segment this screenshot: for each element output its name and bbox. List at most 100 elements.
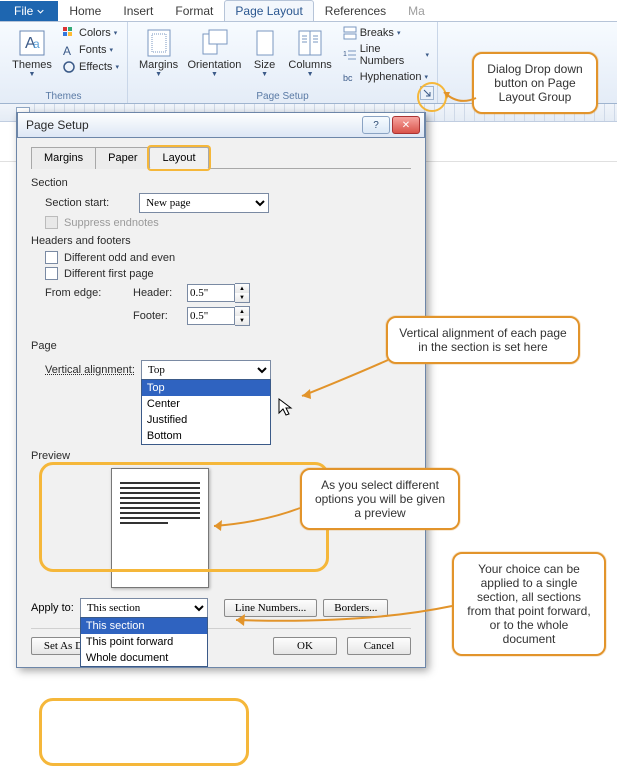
chevron-down-icon: ▾ [115,63,119,71]
dialog-titlebar[interactable]: Page Setup ? ✕ [17,112,425,138]
chevron-down-icon: ▼ [29,71,36,78]
dialog-title: Page Setup [22,118,360,132]
chevron-down-icon: ▾ [114,29,118,37]
tab-file[interactable]: File [0,1,58,21]
orientation-label: Orientation [188,59,242,71]
apply-to-option-this-point-forward[interactable]: This point forward [81,634,207,650]
header-spin-down[interactable]: ▼ [235,293,249,302]
suppress-endnotes-checkbox [45,216,58,229]
valign-option-top[interactable]: Top [142,380,270,396]
header-input[interactable] [187,284,235,302]
valign-select[interactable]: Top [141,360,271,380]
section-start-select[interactable]: New page [139,193,269,213]
line-numbers-icon: 1 [343,48,357,62]
borders-dialog-button[interactable]: Borders... [323,599,388,617]
fonts-icon: A [62,43,76,57]
margins-label: Margins [139,59,178,71]
breaks-icon [343,26,357,40]
tab-mailings-cut[interactable]: Ma [397,0,436,21]
dialog-tabs: Margins Paper Layout [31,146,411,169]
apply-to-label: Apply to: [31,602,74,614]
callout-valign: Vertical alignment of each page in the s… [386,316,580,364]
theme-colors-button[interactable]: Colors ▾ [60,25,121,41]
page-setup-dialog: Page Setup ? ✕ Margins Paper Layout Sect… [16,112,426,668]
callout-preview: As you select different options you will… [300,468,460,530]
theme-effects-label: Effects [79,61,112,73]
orientation-button[interactable]: Orientation▼ [185,25,244,80]
chevron-down-icon: ▾ [424,73,428,81]
theme-fonts-label: Fonts [79,44,107,56]
line-numbers-dialog-button[interactable]: Line Numbers... [224,599,317,617]
page-setup-dialog-launcher[interactable] [420,86,434,100]
breaks-button[interactable]: Breaks▾ [341,25,431,41]
chevron-down-icon: ▾ [397,29,401,37]
footer-spin-down[interactable]: ▼ [235,316,249,325]
diff-odd-even-checkbox[interactable] [45,251,58,264]
valign-dropdown-list: Top Center Justified Bottom [141,379,271,445]
margins-icon [143,27,175,59]
launcher-arrow-icon [422,88,432,98]
chevron-down-icon: ▾ [110,46,114,54]
group-themes-label: Themes [6,89,121,102]
diff-odd-even-label: Different odd and even [64,252,175,264]
valign-option-center[interactable]: Center [142,396,270,412]
size-label: Size [254,59,275,71]
dialog-tab-layout[interactable]: Layout [149,147,208,169]
svg-text:1: 1 [343,51,347,58]
dialog-tab-paper[interactable]: Paper [95,147,150,169]
close-icon: ✕ [402,120,410,131]
colors-icon [62,26,76,40]
columns-label: Columns [288,59,331,71]
svg-text:bc: bc [343,73,353,83]
themes-button[interactable]: Aa Themes ▼ [6,25,58,80]
apply-to-option-whole-document[interactable]: Whole document [81,650,207,666]
group-themes: Aa Themes ▼ Colors ▾ A Fonts ▾ Eff [0,22,128,103]
valign-label: Vertical alignment: [45,364,135,376]
tab-page-layout[interactable]: Page Layout [224,0,313,21]
chevron-down-icon: ▼ [211,71,218,78]
tab-references[interactable]: References [314,0,397,21]
chevron-down-icon: ▼ [261,71,268,78]
diff-first-page-checkbox[interactable] [45,267,58,280]
group-page-setup: Margins▼ Orientation▼ Size▼ Columns▼ Bre… [128,22,438,103]
hyphenation-button[interactable]: bc Hyphenation▾ [341,69,431,85]
preview-box [111,468,209,588]
page-heading: Page [31,340,411,352]
line-numbers-button[interactable]: 1 Line Numbers▾ [341,42,431,68]
tab-insert[interactable]: Insert [112,0,164,21]
callout-dialog-launcher: Dialog Drop down button on Page Layout G… [472,52,598,114]
footer-label: Footer: [133,310,181,322]
footer-spin-up[interactable]: ▲ [235,307,249,316]
chevron-down-icon: ▼ [307,71,314,78]
valign-option-bottom[interactable]: Bottom [142,428,270,444]
chevron-down-icon: ▾ [425,51,429,59]
themes-icon: Aa [16,27,48,59]
chevron-down-icon [37,8,44,15]
size-button[interactable]: Size▼ [246,25,284,80]
help-button[interactable]: ? [362,116,390,134]
theme-effects-button[interactable]: Effects ▾ [60,59,121,75]
highlight-applyto-ring [39,698,249,766]
apply-to-option-this-section[interactable]: This section [81,618,207,634]
hyphenation-icon: bc [343,70,357,84]
columns-icon [294,27,326,59]
margins-button[interactable]: Margins▼ [134,25,183,80]
cancel-button[interactable]: Cancel [347,637,411,655]
apply-to-dropdown-list: This section This point forward Whole do… [80,617,208,667]
ok-button[interactable]: OK [273,637,337,655]
theme-fonts-button[interactable]: A Fonts ▾ [60,42,121,58]
tab-format[interactable]: Format [164,0,224,21]
apply-to-select[interactable]: This section [80,598,208,618]
valign-option-justified[interactable]: Justified [142,412,270,428]
columns-button[interactable]: Columns▼ [286,25,335,80]
question-icon: ? [373,120,379,131]
svg-text:A: A [63,44,71,57]
dialog-tab-margins[interactable]: Margins [31,147,96,169]
tab-home[interactable]: Home [58,0,112,21]
footer-input[interactable] [187,307,235,325]
effects-icon [62,60,76,74]
preview-heading: Preview [31,450,411,462]
close-button[interactable]: ✕ [392,116,420,134]
breaks-label: Breaks [360,27,394,39]
header-spin-up[interactable]: ▲ [235,284,249,293]
